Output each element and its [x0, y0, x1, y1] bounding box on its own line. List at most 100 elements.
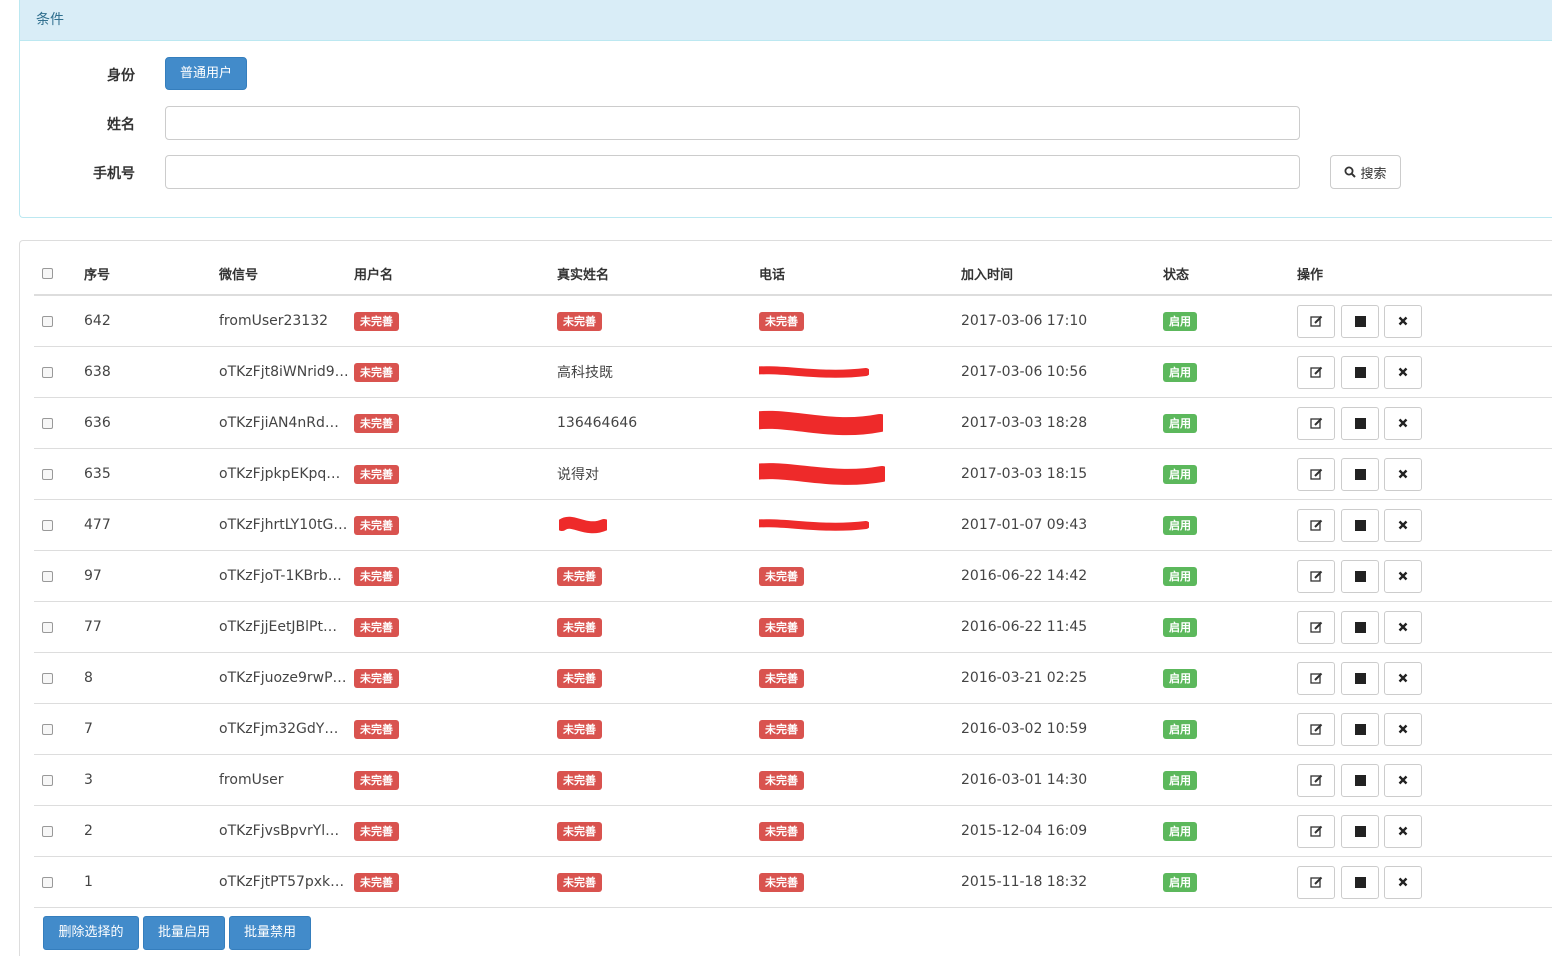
- column-header-id: 序号: [84, 253, 219, 296]
- row-checkbox[interactable]: [42, 570, 53, 582]
- delete-button[interactable]: [1384, 355, 1422, 389]
- wechat-cell: fromUser: [219, 754, 354, 806]
- delete-selected-button[interactable]: 删除选择的: [43, 916, 139, 950]
- joined-text: 2017-03-06 17:10: [961, 313, 1088, 329]
- delete-button[interactable]: [1384, 814, 1422, 848]
- delete-button[interactable]: [1384, 304, 1422, 338]
- joined-text: 2017-03-06 10:56: [961, 364, 1088, 380]
- name-label: 姓名: [107, 117, 135, 133]
- delete-button[interactable]: [1384, 559, 1422, 593]
- username-cell: 未完善: [354, 856, 557, 908]
- disable-button[interactable]: [1341, 355, 1379, 389]
- disable-button[interactable]: [1341, 865, 1379, 899]
- edit-icon: [1309, 876, 1322, 888]
- status-badge: 启用: [1163, 821, 1197, 841]
- delete-button[interactable]: [1384, 865, 1422, 899]
- row-checkbox[interactable]: [42, 723, 53, 735]
- row-checkbox[interactable]: [42, 825, 53, 837]
- edit-button[interactable]: [1297, 406, 1335, 440]
- close-icon: [1398, 418, 1408, 428]
- edit-button[interactable]: [1297, 814, 1335, 848]
- realname-badge: 未完善: [557, 770, 602, 790]
- edit-icon: [1309, 468, 1322, 480]
- realname-badge: 未完善: [557, 311, 602, 331]
- row-select-cell: [34, 652, 84, 704]
- actions-cell: [1297, 499, 1552, 551]
- users-table: 序号 微信号 用户名 真实姓名 电话 加入时间 状态 操作 642 fromUse…: [34, 253, 1552, 908]
- search-button[interactable]: 搜索: [1330, 155, 1401, 189]
- edit-icon: [1309, 315, 1322, 327]
- edit-button[interactable]: [1297, 763, 1335, 797]
- row-checkbox[interactable]: [42, 315, 53, 327]
- row-select-cell: [34, 754, 84, 806]
- edit-button[interactable]: [1297, 559, 1335, 593]
- bulk-disable-button[interactable]: 批量禁用: [229, 916, 311, 950]
- row-checkbox[interactable]: [42, 672, 53, 684]
- phone-badge: 未完善: [759, 668, 804, 688]
- stop-icon: [1354, 723, 1366, 735]
- redaction-scribble: [759, 366, 869, 378]
- edit-button[interactable]: [1297, 508, 1335, 542]
- disable-button[interactable]: [1341, 508, 1379, 542]
- delete-button[interactable]: [1384, 610, 1422, 644]
- row-checkbox[interactable]: [42, 519, 53, 531]
- edit-button[interactable]: [1297, 661, 1335, 695]
- row-checkbox[interactable]: [42, 468, 53, 480]
- status-cell: 启用: [1163, 805, 1297, 857]
- delete-button[interactable]: [1384, 457, 1422, 491]
- stop-icon: [1354, 366, 1366, 378]
- wechat-text: oTKzFjpkpEKpq…: [219, 466, 341, 482]
- delete-button[interactable]: [1384, 406, 1422, 440]
- wechat-text: oTKzFjjEetJBlPt…: [219, 619, 337, 635]
- disable-button[interactable]: [1341, 814, 1379, 848]
- disable-button[interactable]: [1341, 661, 1379, 695]
- stop-icon: [1354, 570, 1366, 582]
- name-input[interactable]: [165, 106, 1300, 140]
- edit-button[interactable]: [1297, 304, 1335, 338]
- id-cell: 1: [84, 856, 219, 908]
- row-checkbox[interactable]: [42, 417, 53, 429]
- status-cell: 启用: [1163, 448, 1297, 500]
- joined-cell: 2017-01-07 09:43: [961, 499, 1163, 551]
- joined-text: 2017-01-07 09:43: [961, 517, 1088, 533]
- disable-button[interactable]: [1341, 610, 1379, 644]
- phone-input[interactable]: [165, 155, 1300, 189]
- disable-button[interactable]: [1341, 304, 1379, 338]
- delete-button[interactable]: [1384, 712, 1422, 746]
- row-checkbox[interactable]: [42, 366, 53, 378]
- username-cell: 未完善: [354, 652, 557, 704]
- row-checkbox[interactable]: [42, 774, 53, 786]
- actions-cell: [1297, 550, 1552, 602]
- phone-badge: 未完善: [759, 821, 804, 841]
- edit-button[interactable]: [1297, 712, 1335, 746]
- disable-button[interactable]: [1341, 712, 1379, 746]
- wechat-cell: oTKzFjjEetJBlPt…: [219, 601, 354, 653]
- realname-cell: [557, 499, 759, 551]
- row-checkbox[interactable]: [42, 621, 53, 633]
- username-cell: 未完善: [354, 499, 557, 551]
- disable-button[interactable]: [1341, 457, 1379, 491]
- row-checkbox[interactable]: [42, 876, 53, 888]
- role-button[interactable]: 普通用户: [165, 57, 247, 90]
- delete-button[interactable]: [1384, 763, 1422, 797]
- actions-cell: [1297, 805, 1552, 857]
- disable-button[interactable]: [1341, 406, 1379, 440]
- edit-button[interactable]: [1297, 457, 1335, 491]
- delete-button[interactable]: [1384, 661, 1422, 695]
- realname-cell: 未完善: [557, 754, 759, 806]
- row-select-cell: [34, 805, 84, 857]
- edit-button[interactable]: [1297, 865, 1335, 899]
- edit-button[interactable]: [1297, 355, 1335, 389]
- select-all-checkbox[interactable]: [42, 268, 53, 279]
- bulk-enable-button[interactable]: 批量启用: [143, 916, 225, 950]
- close-icon: [1398, 571, 1408, 581]
- id-text: 3: [84, 772, 93, 788]
- edit-button[interactable]: [1297, 610, 1335, 644]
- joined-cell: 2016-03-01 14:30: [961, 754, 1163, 806]
- disable-button[interactable]: [1341, 763, 1379, 797]
- delete-button[interactable]: [1384, 508, 1422, 542]
- wechat-cell: oTKzFjm32GdY…: [219, 703, 354, 755]
- table-row: 97 oTKzFjoT-1KBrb… 未完善 未完善 未完善 2016-06-22 14:…: [34, 550, 1552, 602]
- disable-button[interactable]: [1341, 559, 1379, 593]
- phone-badge: 未完善: [759, 566, 804, 586]
